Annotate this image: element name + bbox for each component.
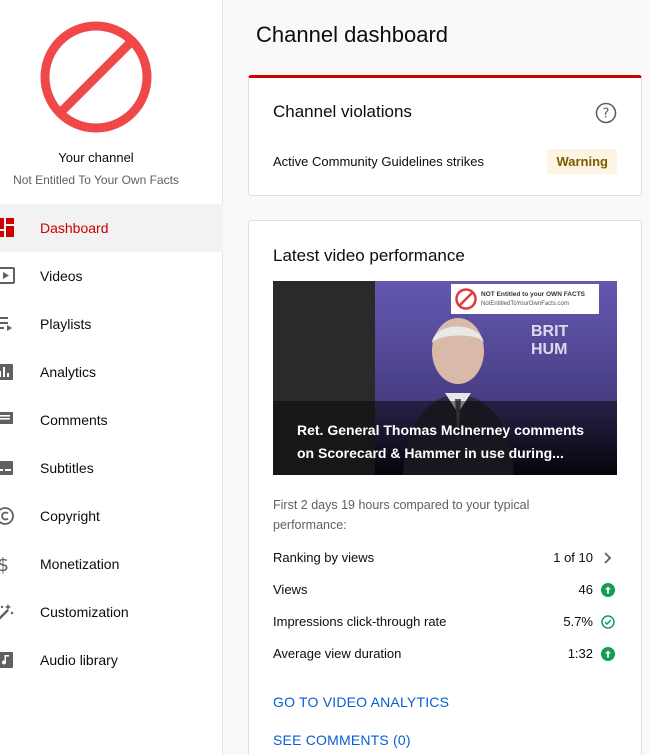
sidebar-item-dashboard[interactable]: Dashboard bbox=[0, 204, 223, 252]
customization-icon bbox=[0, 604, 14, 620]
sidebar-item-label: Monetization bbox=[40, 556, 120, 572]
stat-row-views: Views 46 bbox=[273, 582, 617, 602]
sidebar-item-label: Audio library bbox=[40, 652, 118, 668]
videos-icon bbox=[0, 267, 15, 284]
arrow-up-green-icon bbox=[601, 583, 615, 597]
sidebar-item-label: Playlists bbox=[40, 316, 92, 332]
see-comments-link[interactable]: SEE COMMENTS (0) bbox=[273, 732, 411, 748]
sidebar-item-analytics[interactable]: Analytics bbox=[0, 348, 223, 396]
sidebar-item-subtitles[interactable]: Subtitles bbox=[0, 444, 223, 492]
check-circle-icon bbox=[601, 615, 615, 629]
sidebar-item-label: Subtitles bbox=[40, 460, 94, 476]
sidebar-item-audio-library[interactable]: Audio library bbox=[0, 636, 223, 684]
dashboard-icon bbox=[0, 218, 14, 237]
comments-icon bbox=[0, 412, 13, 424]
channel-violations-card: Channel violations ? Active Community Gu… bbox=[248, 75, 642, 196]
watermark-logo: NOT Entitled to your OWN FACTS NotEntitl… bbox=[451, 284, 599, 314]
sidebar-item-playlists[interactable]: Playlists bbox=[0, 300, 223, 348]
sidebar-item-label: Videos bbox=[40, 268, 83, 284]
sidebar: Your channel Not Entitled To Your Own Fa… bbox=[0, 0, 223, 755]
sidebar-item-monetization[interactable]: $ Monetization bbox=[0, 540, 223, 588]
card-title: Channel violations bbox=[273, 102, 412, 121]
sidebar-item-customization[interactable]: Customization bbox=[0, 588, 223, 636]
stat-value: 46 bbox=[578, 582, 593, 597]
strikes-label: Active Community Guidelines strikes bbox=[273, 154, 484, 169]
analytics-icon bbox=[0, 364, 13, 380]
svg-text:?: ? bbox=[603, 107, 610, 122]
channel-name: Not Entitled To Your Own Facts bbox=[13, 173, 179, 187]
sidebar-item-label: Analytics bbox=[40, 364, 97, 380]
stat-value: 1:32 bbox=[567, 646, 593, 661]
channel-title: Your channel bbox=[58, 150, 134, 165]
stat-row-ctr: Impressions click-through rate 5.7% bbox=[273, 614, 617, 634]
stat-label: Ranking by views bbox=[273, 550, 375, 565]
chevron-right-icon bbox=[604, 552, 612, 564]
card-title: Latest video performance bbox=[273, 246, 465, 265]
arrow-up-green-icon bbox=[601, 647, 615, 661]
svg-text:BRIT: BRIT bbox=[531, 323, 569, 340]
stat-label: Impressions click-through rate bbox=[273, 614, 447, 629]
sidebar-item-label: Copyright bbox=[40, 508, 100, 524]
video-thumbnail[interactable]: BRIT HUM NOT Entitled to your OWN FACTS … bbox=[273, 281, 617, 475]
page-title: Channel dashboard bbox=[256, 22, 449, 47]
prohibited-icon bbox=[455, 288, 477, 310]
status-badge: Warning bbox=[547, 149, 617, 174]
watermark-line1: NOT Entitled to your OWN FACTS bbox=[481, 291, 585, 298]
stat-label: Average view duration bbox=[273, 646, 402, 661]
copyright-icon bbox=[0, 507, 14, 525]
latest-video-performance-card: Latest video performance BRIT HUM NOT En… bbox=[248, 220, 642, 755]
stat-row-ranking[interactable]: Ranking by views 1 of 10 bbox=[273, 550, 617, 570]
subtitles-icon bbox=[0, 461, 13, 475]
channel-avatar[interactable] bbox=[39, 20, 153, 134]
watermark-line2: NotEntitledToYourOwnFacts.com bbox=[481, 301, 569, 307]
stat-row-avg-view-duration: Average view duration 1:32 bbox=[273, 646, 617, 666]
monetization-icon: $ bbox=[0, 554, 9, 574]
sidebar-item-label: Comments bbox=[40, 412, 108, 428]
sidebar-item-videos[interactable]: Videos bbox=[0, 252, 223, 300]
sidebar-item-label: Dashboard bbox=[40, 220, 109, 236]
playlists-icon bbox=[0, 317, 12, 331]
help-icon[interactable]: ? bbox=[595, 102, 617, 124]
sidebar-item-label: Customization bbox=[40, 604, 129, 620]
svg-text:$: $ bbox=[0, 554, 9, 574]
stat-label: Views bbox=[273, 582, 308, 597]
go-to-video-analytics-link[interactable]: GO TO VIDEO ANALYTICS bbox=[273, 694, 449, 710]
svg-text:HUM: HUM bbox=[531, 341, 567, 358]
stat-value: 1 of 10 bbox=[553, 550, 593, 565]
video-title: Ret. General Thomas McInerney comments o… bbox=[297, 422, 585, 461]
stat-value: 5.7% bbox=[563, 614, 593, 629]
sidebar-nav: Dashboard Videos Playlists Analytics Com… bbox=[0, 204, 223, 684]
audio-library-icon bbox=[0, 652, 13, 668]
sidebar-item-copyright[interactable]: Copyright bbox=[0, 492, 223, 540]
performance-note: First 2 days 19 hours compared to your t… bbox=[273, 498, 530, 532]
sidebar-item-comments[interactable]: Comments bbox=[0, 396, 223, 444]
